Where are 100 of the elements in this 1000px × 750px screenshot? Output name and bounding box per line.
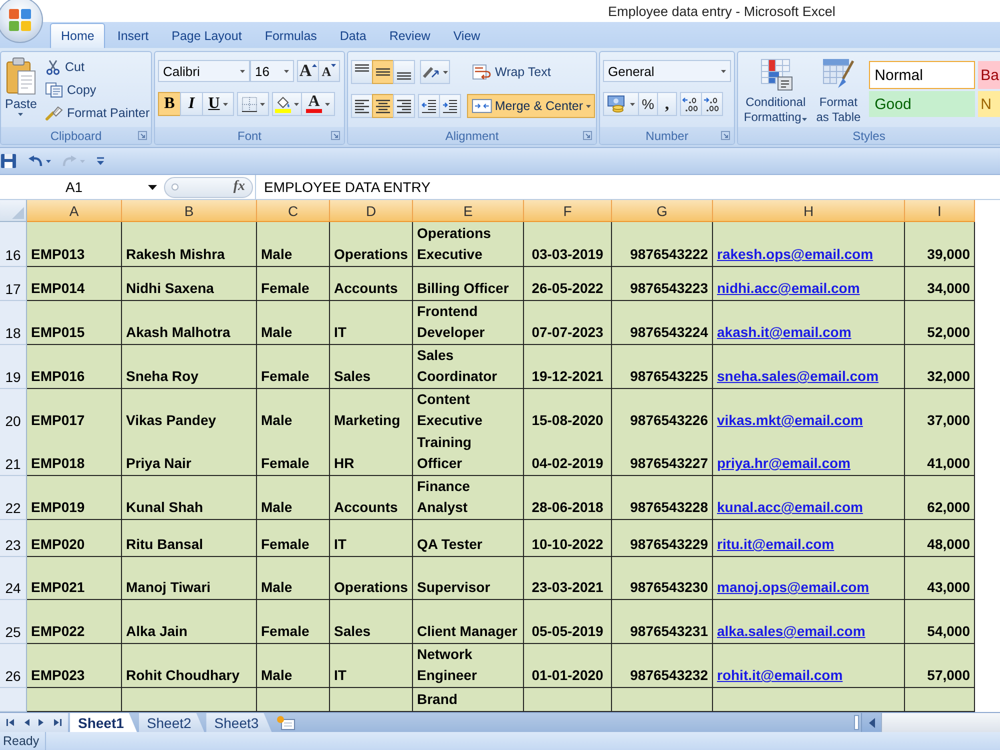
table-cell: Male (257, 476, 330, 520)
email-link[interactable]: rakesh.ops@email.com (717, 244, 874, 265)
row-header[interactable]: 18 (0, 301, 27, 345)
align-center-button[interactable] (372, 94, 394, 118)
insert-function-button[interactable]: fx (232, 178, 246, 196)
triangle-left-icon[interactable] (24, 718, 30, 727)
column-header[interactable]: E (413, 200, 524, 222)
table-cell: IT (330, 520, 413, 557)
formula-input[interactable]: EMPLOYEE DATA ENTRY (255, 175, 1000, 199)
middle-align-button[interactable] (372, 60, 394, 84)
row-header[interactable]: 16 (0, 222, 27, 267)
table-cell: 9876543229 (612, 520, 713, 557)
align-left-button[interactable] (351, 94, 373, 118)
ribbon-tab[interactable]: Insert (106, 23, 160, 48)
ribbon-tab[interactable]: Data (328, 23, 378, 48)
row-header[interactable]: 17 (0, 267, 27, 301)
cut-button[interactable]: Cut (42, 56, 151, 78)
merge-center-button[interactable]: Merge & Center (467, 94, 595, 118)
sheet-tab[interactable]: Sheet3 (206, 713, 272, 732)
column-header[interactable]: H (713, 200, 905, 222)
email-link[interactable]: ritu.it@email.com (717, 534, 834, 555)
sheet-tab[interactable]: Sheet1 (70, 713, 137, 732)
column-header[interactable]: I (905, 200, 975, 222)
column-header[interactable]: C (257, 200, 330, 222)
column-header[interactable]: A (27, 200, 122, 222)
column-header[interactable]: G (612, 200, 713, 222)
corner-arrow-icon[interactable] (721, 131, 730, 140)
bottom-align-button[interactable] (393, 60, 415, 84)
wrap-text-button[interactable]: Wrap Text (467, 60, 595, 84)
ribbon-tab[interactable]: View (442, 23, 492, 48)
sheet-dot-icon[interactable] (276, 715, 296, 730)
percent-button[interactable]: % (638, 92, 658, 116)
table-cell: 9876543227 (612, 432, 713, 476)
copy-button[interactable]: Copy (42, 79, 151, 101)
email-link[interactable]: nidhi.acc@email.com (717, 278, 860, 299)
scroll-left-button[interactable] (861, 713, 881, 732)
column-header[interactable]: F (524, 200, 612, 222)
email-link[interactable]: rohit.it@email.com (717, 665, 843, 686)
row-header[interactable]: 21 (0, 432, 27, 476)
borders-button[interactable] (237, 92, 269, 116)
fill-color-button[interactable] (272, 92, 302, 116)
email-link[interactable]: manoj.ops@email.com (717, 577, 870, 598)
format-painter-button[interactable]: Format Painter (42, 102, 151, 124)
row-header[interactable]: 24 (0, 557, 27, 600)
column-header[interactable]: D (330, 200, 413, 222)
currency-button[interactable] (603, 92, 639, 116)
row-header[interactable]: 19 (0, 345, 27, 389)
italic-button[interactable]: I (180, 92, 203, 116)
corner-arrow-icon[interactable] (583, 131, 592, 140)
row-header[interactable]: 26 (0, 644, 27, 688)
underline-button[interactable]: U (202, 92, 234, 116)
cell-style-option[interactable]: Good (868, 91, 975, 117)
bold-button[interactable]: B (158, 92, 181, 116)
email-link[interactable]: vikas.mkt@email.com (717, 410, 863, 431)
comma-button[interactable]: , (657, 92, 677, 116)
office-button[interactable] (0, 0, 43, 43)
corner-arrow-icon[interactable] (331, 131, 340, 140)
decrease-indent-button[interactable] (418, 94, 440, 118)
email-link[interactable]: kunal.acc@email.com (717, 497, 863, 518)
cell-style-option[interactable]: N (978, 91, 1000, 117)
font-size-field[interactable]: 16 (250, 60, 294, 82)
email-link[interactable]: priya.hr@email.com (717, 453, 850, 474)
email-link[interactable]: sneha.sales@email.com (717, 366, 879, 387)
email-link[interactable]: akash.it@email.com (717, 322, 852, 343)
name-box[interactable]: A1 (0, 175, 160, 199)
row-header[interactable]: 23 (0, 520, 27, 557)
table-cell: Client Manager (413, 600, 524, 644)
ribbon-tab[interactable]: Page Layout (160, 23, 253, 48)
shrink-font-button[interactable]: A (318, 60, 340, 82)
triangle-right-icon[interactable] (38, 718, 44, 727)
paste-button[interactable]: Paste (4, 55, 38, 125)
split-handle[interactable] (854, 715, 859, 730)
cell-style-option[interactable]: Ba (978, 61, 1000, 89)
increase-indent-button[interactable] (439, 94, 461, 118)
ribbon-tab[interactable]: Review (378, 23, 442, 48)
top-align-button[interactable] (351, 60, 373, 84)
row-header[interactable]: 22 (0, 476, 27, 520)
skip-forward-icon[interactable] (52, 718, 62, 727)
caret-icon (46, 160, 51, 162)
align-right-button[interactable] (393, 94, 415, 118)
increase-decimal-button[interactable] (680, 92, 702, 116)
skip-back-icon[interactable] (6, 718, 16, 727)
decrease-decimal-button[interactable] (701, 92, 723, 116)
ribbon-tab[interactable]: Home (50, 23, 106, 48)
font-color-button[interactable]: A (301, 92, 335, 116)
conditional-formatting-button[interactable]: Conditional Formatting (741, 55, 810, 125)
row-header[interactable]: 25 (0, 600, 27, 644)
font-name-field[interactable]: Calibri (158, 60, 250, 82)
orientation-button[interactable] (420, 60, 450, 84)
sheet-tab[interactable]: Sheet2 (138, 713, 204, 732)
row-header[interactable]: 20 (0, 389, 27, 433)
number-format-field[interactable]: General (603, 60, 731, 82)
table-cell: 57,000 (905, 644, 975, 688)
grow-font-button[interactable]: A (297, 60, 319, 82)
table-cell: 26-05-2022 (524, 267, 612, 301)
corner-arrow-icon[interactable] (138, 131, 147, 140)
column-header[interactable]: B (122, 200, 257, 222)
ribbon-tab[interactable]: Formulas (254, 23, 328, 48)
email-link[interactable]: alka.sales@email.com (717, 621, 866, 642)
cell-style-option[interactable]: Normal (868, 61, 975, 89)
